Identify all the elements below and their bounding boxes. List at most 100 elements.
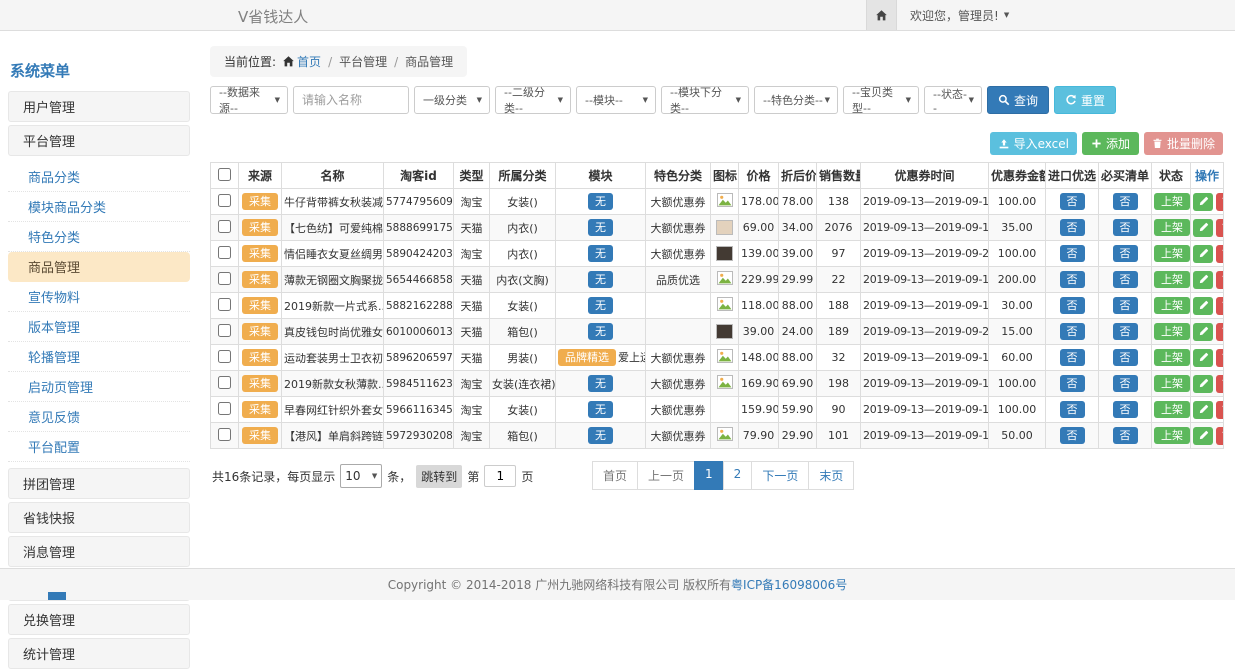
import-select-toggle[interactable]: 否 <box>1060 401 1085 418</box>
status-toggle[interactable]: 上架 <box>1154 427 1190 444</box>
import-excel-button[interactable]: 导入excel <box>990 132 1077 155</box>
page-button[interactable]: 首页 <box>592 461 638 490</box>
delete-button[interactable] <box>1216 219 1224 237</box>
sidebar-subitem[interactable]: 特色分类 <box>8 222 190 252</box>
page-button[interactable]: 下一页 <box>751 461 809 490</box>
breadcrumb-home-link[interactable]: 首页 <box>297 55 321 69</box>
filter-select[interactable]: --特色分类--▼ <box>754 86 838 114</box>
sidebar-section[interactable]: 用户管理 <box>8 91 190 122</box>
edit-button[interactable] <box>1193 193 1213 211</box>
import-select-toggle[interactable]: 否 <box>1060 297 1085 314</box>
page-button[interactable]: 上一页 <box>637 461 695 490</box>
filter-select[interactable]: --二级分类--▼ <box>495 86 571 114</box>
page-button[interactable]: 2 <box>723 461 753 490</box>
row-checkbox[interactable] <box>218 298 231 311</box>
import-select-toggle[interactable]: 否 <box>1060 219 1085 236</box>
delete-button[interactable] <box>1216 193 1224 211</box>
must-buy-toggle[interactable]: 否 <box>1113 349 1138 366</box>
must-buy-toggle[interactable]: 否 <box>1113 375 1138 392</box>
row-checkbox[interactable] <box>218 324 231 337</box>
status-toggle[interactable]: 上架 <box>1154 349 1190 366</box>
sidebar-section[interactable]: 省钱快报 <box>8 502 190 533</box>
jump-button[interactable]: 跳转到 <box>416 465 462 488</box>
edit-button[interactable] <box>1193 349 1213 367</box>
must-buy-toggle[interactable]: 否 <box>1113 219 1138 236</box>
sidebar-subitem[interactable]: 宣传物料 <box>8 282 190 312</box>
batch-delete-button[interactable]: 批量删除 <box>1144 132 1223 155</box>
import-select-toggle[interactable]: 否 <box>1060 245 1085 262</box>
row-checkbox[interactable] <box>218 376 231 389</box>
sidebar-subitem[interactable]: 商品分类 <box>8 162 190 192</box>
status-toggle[interactable]: 上架 <box>1154 193 1190 210</box>
import-select-toggle[interactable]: 否 <box>1060 271 1085 288</box>
status-toggle[interactable]: 上架 <box>1154 297 1190 314</box>
delete-button[interactable] <box>1216 323 1224 341</box>
edit-button[interactable] <box>1193 375 1213 393</box>
import-select-toggle[interactable]: 否 <box>1060 193 1085 210</box>
edit-button[interactable] <box>1193 297 1213 315</box>
per-page-select[interactable]: 10▼ <box>340 464 382 488</box>
sidebar-section[interactable]: 平台管理 <box>8 125 190 156</box>
delete-button[interactable] <box>1216 375 1224 393</box>
sidebar-subitem[interactable]: 启动页管理 <box>8 372 190 402</box>
sidebar-section[interactable]: 消息管理 <box>8 536 190 567</box>
sidebar-subitem[interactable]: 意见反馈 <box>8 402 190 432</box>
import-select-toggle[interactable]: 否 <box>1060 323 1085 340</box>
must-buy-toggle[interactable]: 否 <box>1113 245 1138 262</box>
row-checkbox[interactable] <box>218 246 231 259</box>
row-checkbox[interactable] <box>218 220 231 233</box>
delete-button[interactable] <box>1216 271 1224 289</box>
status-toggle[interactable]: 上架 <box>1154 271 1190 288</box>
home-button[interactable] <box>866 0 897 30</box>
page-button[interactable]: 1 <box>694 461 724 490</box>
edit-button[interactable] <box>1193 323 1213 341</box>
edit-button[interactable] <box>1193 427 1213 445</box>
filter-select[interactable]: --模块--▼ <box>576 86 656 114</box>
select-all-checkbox[interactable] <box>218 168 231 181</box>
row-checkbox[interactable] <box>218 402 231 415</box>
import-select-toggle[interactable]: 否 <box>1060 375 1085 392</box>
sidebar-section[interactable]: 兑换管理 <box>8 604 190 635</box>
status-toggle[interactable]: 上架 <box>1154 323 1190 340</box>
must-buy-toggle[interactable]: 否 <box>1113 323 1138 340</box>
edit-button[interactable] <box>1193 219 1213 237</box>
must-buy-toggle[interactable]: 否 <box>1113 427 1138 444</box>
filter-select[interactable]: --状态--▼ <box>924 86 982 114</box>
sidebar-section[interactable]: 统计管理 <box>8 638 190 669</box>
sidebar-subitem[interactable]: 商品管理 <box>8 252 190 282</box>
row-checkbox[interactable] <box>218 194 231 207</box>
sidebar-section[interactable]: 拼团管理 <box>8 468 190 499</box>
delete-button[interactable] <box>1216 297 1224 315</box>
must-buy-toggle[interactable]: 否 <box>1113 271 1138 288</box>
row-checkbox[interactable] <box>218 350 231 363</box>
filter-select[interactable]: 一级分类▼ <box>414 86 490 114</box>
status-toggle[interactable]: 上架 <box>1154 375 1190 392</box>
edit-button[interactable] <box>1193 401 1213 419</box>
sidebar-subitem[interactable]: 轮播管理 <box>8 342 190 372</box>
delete-button[interactable] <box>1216 245 1224 263</box>
must-buy-toggle[interactable]: 否 <box>1113 297 1138 314</box>
status-toggle[interactable]: 上架 <box>1154 219 1190 236</box>
sidebar-subitem[interactable]: 模块商品分类 <box>8 192 190 222</box>
jump-page-input[interactable] <box>484 465 516 487</box>
query-button[interactable]: 查询 <box>987 86 1049 114</box>
name-search-input[interactable] <box>293 86 409 114</box>
status-toggle[interactable]: 上架 <box>1154 401 1190 418</box>
add-button[interactable]: 添加 <box>1082 132 1139 155</box>
sidebar-subitem[interactable]: 版本管理 <box>8 312 190 342</box>
filter-select[interactable]: --数据来源--▼ <box>210 86 288 114</box>
delete-button[interactable] <box>1216 427 1224 445</box>
must-buy-toggle[interactable]: 否 <box>1113 401 1138 418</box>
reset-button[interactable]: 重置 <box>1054 86 1116 114</box>
import-select-toggle[interactable]: 否 <box>1060 427 1085 444</box>
delete-button[interactable] <box>1216 401 1224 419</box>
filter-select[interactable]: --模块下分类--▼ <box>661 86 749 114</box>
edit-button[interactable] <box>1193 245 1213 263</box>
edit-button[interactable] <box>1193 271 1213 289</box>
row-checkbox[interactable] <box>218 272 231 285</box>
filter-select[interactable]: --宝贝类型--▼ <box>843 86 919 114</box>
delete-button[interactable] <box>1216 349 1224 367</box>
sidebar-subitem[interactable]: 平台配置 <box>8 432 190 462</box>
row-checkbox[interactable] <box>218 428 231 441</box>
status-toggle[interactable]: 上架 <box>1154 245 1190 262</box>
